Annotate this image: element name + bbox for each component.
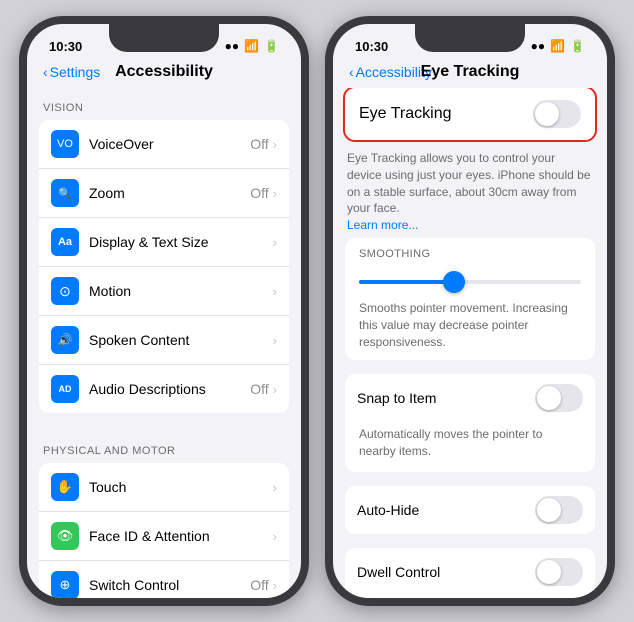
voiceover-icon: VO xyxy=(51,130,79,158)
right-phone: 10:30 ●● 📶 🔋 ‹ Accessibility Eye Trackin… xyxy=(325,16,615,606)
voiceover-chevron: › xyxy=(273,137,277,152)
right-nav-bar: ‹ Accessibility Eye Tracking xyxy=(333,62,607,88)
left-scroll-area[interactable]: VISION VO VoiceOver Off › 🔍 Zoom Off › A… xyxy=(27,88,301,598)
touch-row[interactable]: ✋ Touch › xyxy=(39,463,289,512)
right-wifi-icon: 📶 xyxy=(550,39,565,53)
slider-fill xyxy=(359,280,448,284)
eye-tracking-toggle[interactable] xyxy=(533,100,581,128)
display-text-label: Display & Text Size xyxy=(89,234,273,250)
voiceover-value: Off xyxy=(250,136,268,152)
switch-control-icon: ⊕ xyxy=(51,571,79,598)
voiceover-label: VoiceOver xyxy=(89,136,250,152)
left-status-icons: ●● 📶 🔋 xyxy=(225,39,279,53)
physical-group: ✋ Touch › 👁 Face ID & Attention › ⊕ Swit… xyxy=(39,463,289,598)
left-back-label: Settings xyxy=(50,64,101,80)
touch-chevron: › xyxy=(273,480,277,495)
zoom-value: Off xyxy=(250,185,268,201)
snap-to-item-label: Snap to Item xyxy=(357,390,535,406)
snap-to-item-description: Automatically moves the pointer to nearb… xyxy=(345,422,595,472)
right-back-button[interactable]: ‹ Accessibility xyxy=(349,64,432,80)
audio-desc-row[interactable]: AD Audio Descriptions Off › xyxy=(39,365,289,413)
left-phone: 10:30 ●● 📶 🔋 ‹ Settings Accessibility VI… xyxy=(19,16,309,606)
motion-label: Motion xyxy=(89,283,273,299)
motion-chevron: › xyxy=(273,284,277,299)
switch-control-chevron: › xyxy=(273,578,277,593)
right-time: 10:30 xyxy=(355,39,388,54)
slider-thumb[interactable] xyxy=(443,271,465,293)
smoothing-description: Smooths pointer movement. Increasing thi… xyxy=(345,296,595,360)
display-text-row[interactable]: Aa Display & Text Size › xyxy=(39,218,289,267)
right-status-bar: 10:30 ●● 📶 🔋 xyxy=(333,24,607,62)
audio-desc-value: Off xyxy=(250,381,268,397)
faceid-icon: 👁 xyxy=(51,522,79,550)
left-nav-title: Accessibility xyxy=(115,63,213,81)
right-status-icons: ●● 📶 🔋 xyxy=(531,39,585,53)
audio-desc-chevron: › xyxy=(273,382,277,397)
motion-icon: ⊙ xyxy=(51,277,79,305)
auto-hide-row[interactable]: Auto-Hide xyxy=(345,486,595,534)
right-back-chevron-icon: ‹ xyxy=(349,64,354,80)
auto-hide-label: Auto-Hide xyxy=(357,502,535,518)
right-signal-icon: ●● xyxy=(531,39,546,53)
touch-icon: ✋ xyxy=(51,473,79,501)
learn-more-link[interactable]: Learn more... xyxy=(347,218,418,232)
smoothing-label: SMOOTHING xyxy=(345,238,595,264)
dwell-group: Dwell Control With Dwell Control, mainta… xyxy=(345,548,595,598)
back-chevron-icon: ‹ xyxy=(43,64,48,80)
touch-label: Touch xyxy=(89,479,273,495)
eye-tracking-description-block: Eye Tracking allows you to control your … xyxy=(333,142,607,238)
vision-group: VO VoiceOver Off › 🔍 Zoom Off › Aa Displ… xyxy=(39,120,289,413)
spoken-content-chevron: › xyxy=(273,333,277,348)
audio-desc-icon: AD xyxy=(51,375,79,403)
switch-control-row[interactable]: ⊕ Switch Control Off › xyxy=(39,561,289,598)
snap-to-item-toggle[interactable] xyxy=(535,384,583,412)
left-back-button[interactable]: ‹ Settings xyxy=(43,64,100,80)
faceid-label: Face ID & Attention xyxy=(89,528,273,544)
left-nav-bar: ‹ Settings Accessibility xyxy=(27,62,301,88)
section-vision-header: VISION xyxy=(27,88,301,120)
switch-control-value: Off xyxy=(250,577,268,593)
slider-container[interactable] xyxy=(345,264,595,296)
display-text-chevron: › xyxy=(273,235,277,250)
right-nav-title: Eye Tracking xyxy=(421,63,520,81)
zoom-chevron: › xyxy=(273,186,277,201)
zoom-label: Zoom xyxy=(89,185,250,201)
right-battery-icon: 🔋 xyxy=(570,39,585,53)
snap-group: Snap to Item Automatically moves the poi… xyxy=(345,374,595,472)
voiceover-row[interactable]: VO VoiceOver Off › xyxy=(39,120,289,169)
right-scroll-area[interactable]: Eye Tracking Eye Tracking allows you to … xyxy=(333,88,607,598)
audio-desc-label: Audio Descriptions xyxy=(89,381,250,397)
eye-tracking-toggle-group: Eye Tracking xyxy=(345,88,595,140)
faceid-row[interactable]: 👁 Face ID & Attention › xyxy=(39,512,289,561)
dwell-control-row[interactable]: Dwell Control xyxy=(345,548,595,596)
eye-tracking-toggle-label: Eye Tracking xyxy=(359,105,451,123)
faceid-chevron: › xyxy=(273,529,277,544)
switch-control-label: Switch Control xyxy=(89,577,250,593)
auto-hide-toggle[interactable] xyxy=(535,496,583,524)
autohide-group: Auto-Hide xyxy=(345,486,595,534)
dwell-control-description: With Dwell Control, maintaining your gaz… xyxy=(345,596,595,598)
spoken-content-label: Spoken Content xyxy=(89,332,273,348)
eye-tracking-toggle-row[interactable]: Eye Tracking xyxy=(345,88,595,140)
display-text-icon: Aa xyxy=(51,228,79,256)
spoken-content-icon: 🔊 xyxy=(51,326,79,354)
snap-to-item-row[interactable]: Snap to Item xyxy=(345,374,595,422)
battery-icon: 🔋 xyxy=(264,39,279,53)
signal-icon: ●● xyxy=(225,39,240,53)
spoken-content-row[interactable]: 🔊 Spoken Content › xyxy=(39,316,289,365)
left-status-bar: 10:30 ●● 📶 🔋 xyxy=(27,24,301,62)
zoom-icon: 🔍 xyxy=(51,179,79,207)
dwell-control-toggle[interactable] xyxy=(535,558,583,586)
left-time: 10:30 xyxy=(49,39,82,54)
motion-row[interactable]: ⊙ Motion › xyxy=(39,267,289,316)
section-physical-header: PHYSICAL AND MOTOR xyxy=(27,431,301,463)
zoom-row[interactable]: 🔍 Zoom Off › xyxy=(39,169,289,218)
dwell-control-label: Dwell Control xyxy=(357,564,535,580)
wifi-icon: 📶 xyxy=(244,39,259,53)
slider-track xyxy=(359,280,581,284)
smoothing-group: SMOOTHING Smooths pointer movement. Incr… xyxy=(345,238,595,360)
eye-tracking-description: Eye Tracking allows you to control your … xyxy=(347,151,591,215)
